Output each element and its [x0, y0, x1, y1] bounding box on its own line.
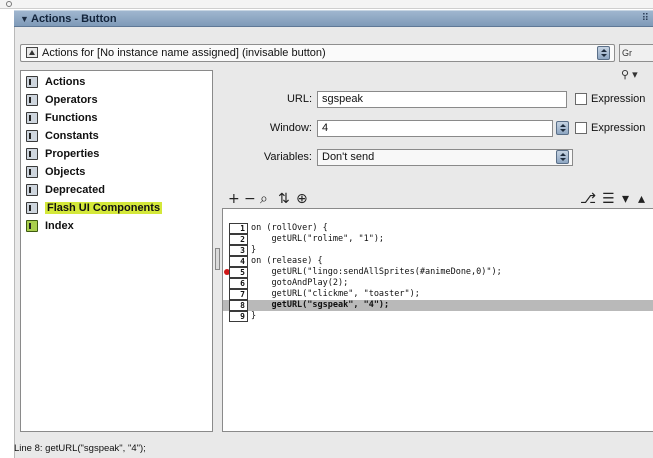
toolbox-item-objects[interactable]: Objects — [26, 164, 85, 180]
toolbox-item-label: Operators — [45, 94, 98, 106]
toolbox-item-constants[interactable]: Constants — [26, 128, 99, 144]
green-book-icon — [26, 220, 38, 232]
code-line[interactable]: 7 getURL("clickme", "toaster"); — [223, 289, 653, 300]
window-expression-checkbox[interactable] — [575, 122, 587, 134]
toolbox-item-actions[interactable]: Actions — [26, 74, 85, 90]
book-icon — [26, 202, 38, 214]
code-line[interactable]: 3 } — [223, 245, 653, 256]
code-line[interactable]: 6 gotoAndPlay(2); — [223, 278, 653, 289]
line-number: 4 — [229, 256, 248, 267]
toolbox-item-label: Constants — [45, 130, 99, 142]
target-label: Actions for [No instance name assigned] … — [42, 47, 326, 59]
url-label: URL: — [286, 93, 312, 105]
toolbox-item-label: Objects — [45, 166, 86, 178]
actions-toolbox: Actions Operators Functions Constants Pr… — [20, 70, 213, 432]
find-icon[interactable]: ⌕ — [260, 191, 268, 207]
splitter-grip-icon[interactable] — [215, 248, 220, 270]
remove-icon[interactable]: − — [244, 191, 256, 207]
book-icon — [26, 166, 38, 178]
code-text: on (release) { — [251, 256, 323, 266]
toolbox-item-operators[interactable]: Operators — [26, 92, 98, 108]
line-number: 1 — [229, 223, 248, 234]
toolbox-item-deprecated[interactable]: Deprecated — [26, 182, 105, 198]
variables-select[interactable]: Don't send — [317, 149, 573, 166]
code-text: getURL("clickme", "toaster"); — [251, 289, 420, 299]
panel-options-icon[interactable]: ⠿ — [642, 13, 649, 24]
window-label: Window: — [269, 122, 312, 134]
toolbox-item-label: Flash UI Components — [45, 202, 163, 214]
toolbox-item-label: Deprecated — [45, 184, 105, 196]
toolbox-item-functions[interactable]: Functions — [26, 110, 98, 126]
book-icon — [26, 148, 38, 160]
toolbox-item-label: Properties — [45, 148, 100, 160]
line-number: 3 — [229, 245, 248, 256]
line-number: 9 — [229, 311, 248, 322]
code-line[interactable]: 1 on (rollOver) { — [223, 223, 653, 234]
script-pane[interactable]: 1 on (rollOver) { 2 getURL("rolime", "1"… — [222, 208, 653, 432]
window-dropdown-icon[interactable] — [556, 121, 569, 135]
book-icon — [26, 76, 38, 88]
book-icon — [26, 130, 38, 142]
code-text: } — [251, 311, 257, 321]
panel-side-button[interactable]: Gr — [619, 44, 653, 62]
add-icon[interactable]: + — [228, 191, 240, 207]
variables-label: Variables: — [263, 151, 312, 163]
url-field[interactable]: sgspeak — [317, 91, 567, 108]
book-icon — [26, 94, 38, 106]
target-dropdown-icon[interactable] — [597, 46, 610, 60]
insert-target-path-icon[interactable]: ⊕ — [296, 191, 308, 207]
panel-title: Actions - Button — [31, 13, 117, 25]
code-text: getURL("lingo:sendAllSprites(#animeDone,… — [251, 267, 502, 277]
status-line: Line 8: getURL("sgspeak", "4"); — [14, 443, 146, 454]
code-line[interactable]: 9 } — [223, 311, 653, 322]
url-expression-checkbox[interactable] — [575, 93, 587, 105]
window-close-icon[interactable] — [6, 1, 12, 7]
script-toolbar: + − ⌕ ⇅ ⊕ ⎇ ☰ ▾ ▴ — [228, 187, 653, 209]
reference-icon[interactable]: ⚲ — [621, 69, 629, 81]
book-icon — [26, 184, 38, 196]
toolbox-item-label: Actions — [45, 76, 86, 88]
toolbox-item-properties[interactable]: Properties — [26, 146, 99, 162]
line-number: 8 — [229, 300, 248, 311]
window-field[interactable]: 4 — [317, 120, 553, 137]
line-number: 7 — [229, 289, 248, 300]
actions-panel: Actions for [No instance name assigned] … — [14, 27, 653, 458]
replace-icon[interactable]: ⇅ — [278, 191, 290, 207]
variables-dropdown-icon[interactable] — [556, 150, 569, 164]
parameters-area: URL: sgspeak Expression Window: 4 Expres… — [222, 85, 653, 185]
move-up-icon[interactable]: ▴ — [638, 191, 645, 207]
collapse-triangle-icon[interactable]: ▼ — [20, 14, 29, 24]
toolbox-item-flash-ui-components[interactable]: Flash UI Components — [26, 200, 163, 216]
code-text: getURL("rolime", "1"); — [251, 234, 385, 244]
view-options-icon[interactable]: ▾ — [632, 69, 638, 81]
code-line-current[interactable]: 8 getURL("sgspeak", "4"); — [223, 300, 653, 311]
toolbox-item-label: Functions — [45, 112, 98, 124]
code-text: gotoAndPlay(2); — [251, 278, 349, 288]
pin-script-icon — [26, 47, 38, 58]
code-text: on (rollOver) { — [251, 223, 328, 233]
view-options-icon[interactable]: ☰ — [602, 191, 615, 207]
variables-select-value: Don't send — [322, 151, 375, 163]
toolbox-item-index[interactable]: Index — [26, 218, 74, 234]
book-icon — [26, 112, 38, 124]
code-line[interactable]: 5 getURL("lingo:sendAllSprites(#animeDon… — [223, 267, 653, 278]
line-number: 5 — [229, 267, 248, 278]
code-line[interactable]: 2 getURL("rolime", "1"); — [223, 234, 653, 245]
pane-splitter[interactable] — [214, 70, 222, 432]
line-number: 6 — [229, 278, 248, 289]
target-tools: ⚲ ▾ — [621, 68, 638, 81]
window-expression-label: Expression — [591, 122, 646, 134]
line-number: 2 — [229, 234, 248, 245]
url-expression-label: Expression — [591, 93, 646, 105]
panel-title-bar[interactable]: ▼ Actions - Button ⠿ — [14, 10, 653, 27]
move-down-icon[interactable]: ▾ — [622, 191, 629, 207]
code-text: } — [251, 245, 257, 255]
target-selector[interactable]: Actions for [No instance name assigned] … — [20, 44, 615, 62]
debug-options-icon[interactable]: ⎇ — [580, 191, 596, 207]
window-top-strip — [0, 0, 653, 9]
code-line[interactable]: 4 on (release) { — [223, 256, 653, 267]
code-text: getURL("sgspeak", "4"); — [251, 300, 390, 310]
toolbox-item-label: Index — [45, 220, 74, 232]
